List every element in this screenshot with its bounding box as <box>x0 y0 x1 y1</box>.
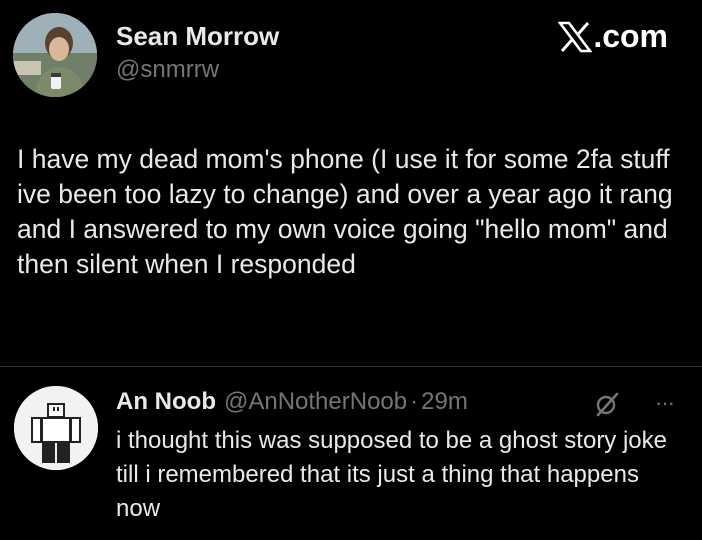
grok-icon[interactable] <box>594 391 620 417</box>
reply-text: i thought this was supposed to be a ghos… <box>116 427 668 522</box>
author-avatar[interactable] <box>13 13 97 97</box>
reply-separator: · <box>410 388 419 415</box>
reply-avatar[interactable] <box>14 386 98 470</box>
brand-label: .com <box>593 18 668 54</box>
reply-header: An Noob @AnNotherNoob · 29m <box>116 388 468 416</box>
divider <box>0 366 702 367</box>
reply-avatar-image <box>14 386 98 470</box>
reply-author-handle[interactable]: @AnNotherNoob <box>224 388 407 416</box>
author-handle[interactable]: @snmrrw <box>116 56 219 84</box>
tweet-text: I have my dead mom's phone (I use it for… <box>17 144 673 279</box>
author-avatar-image <box>13 13 97 97</box>
x-logo-icon <box>558 21 593 52</box>
author-name[interactable]: Sean Morrow <box>116 21 279 52</box>
brand-watermark: .com <box>558 18 668 55</box>
reply-timestamp[interactable]: 29m <box>421 388 468 416</box>
more-options-icon[interactable]: ··· <box>655 390 683 415</box>
reply-author-name[interactable]: An Noob <box>116 388 216 416</box>
